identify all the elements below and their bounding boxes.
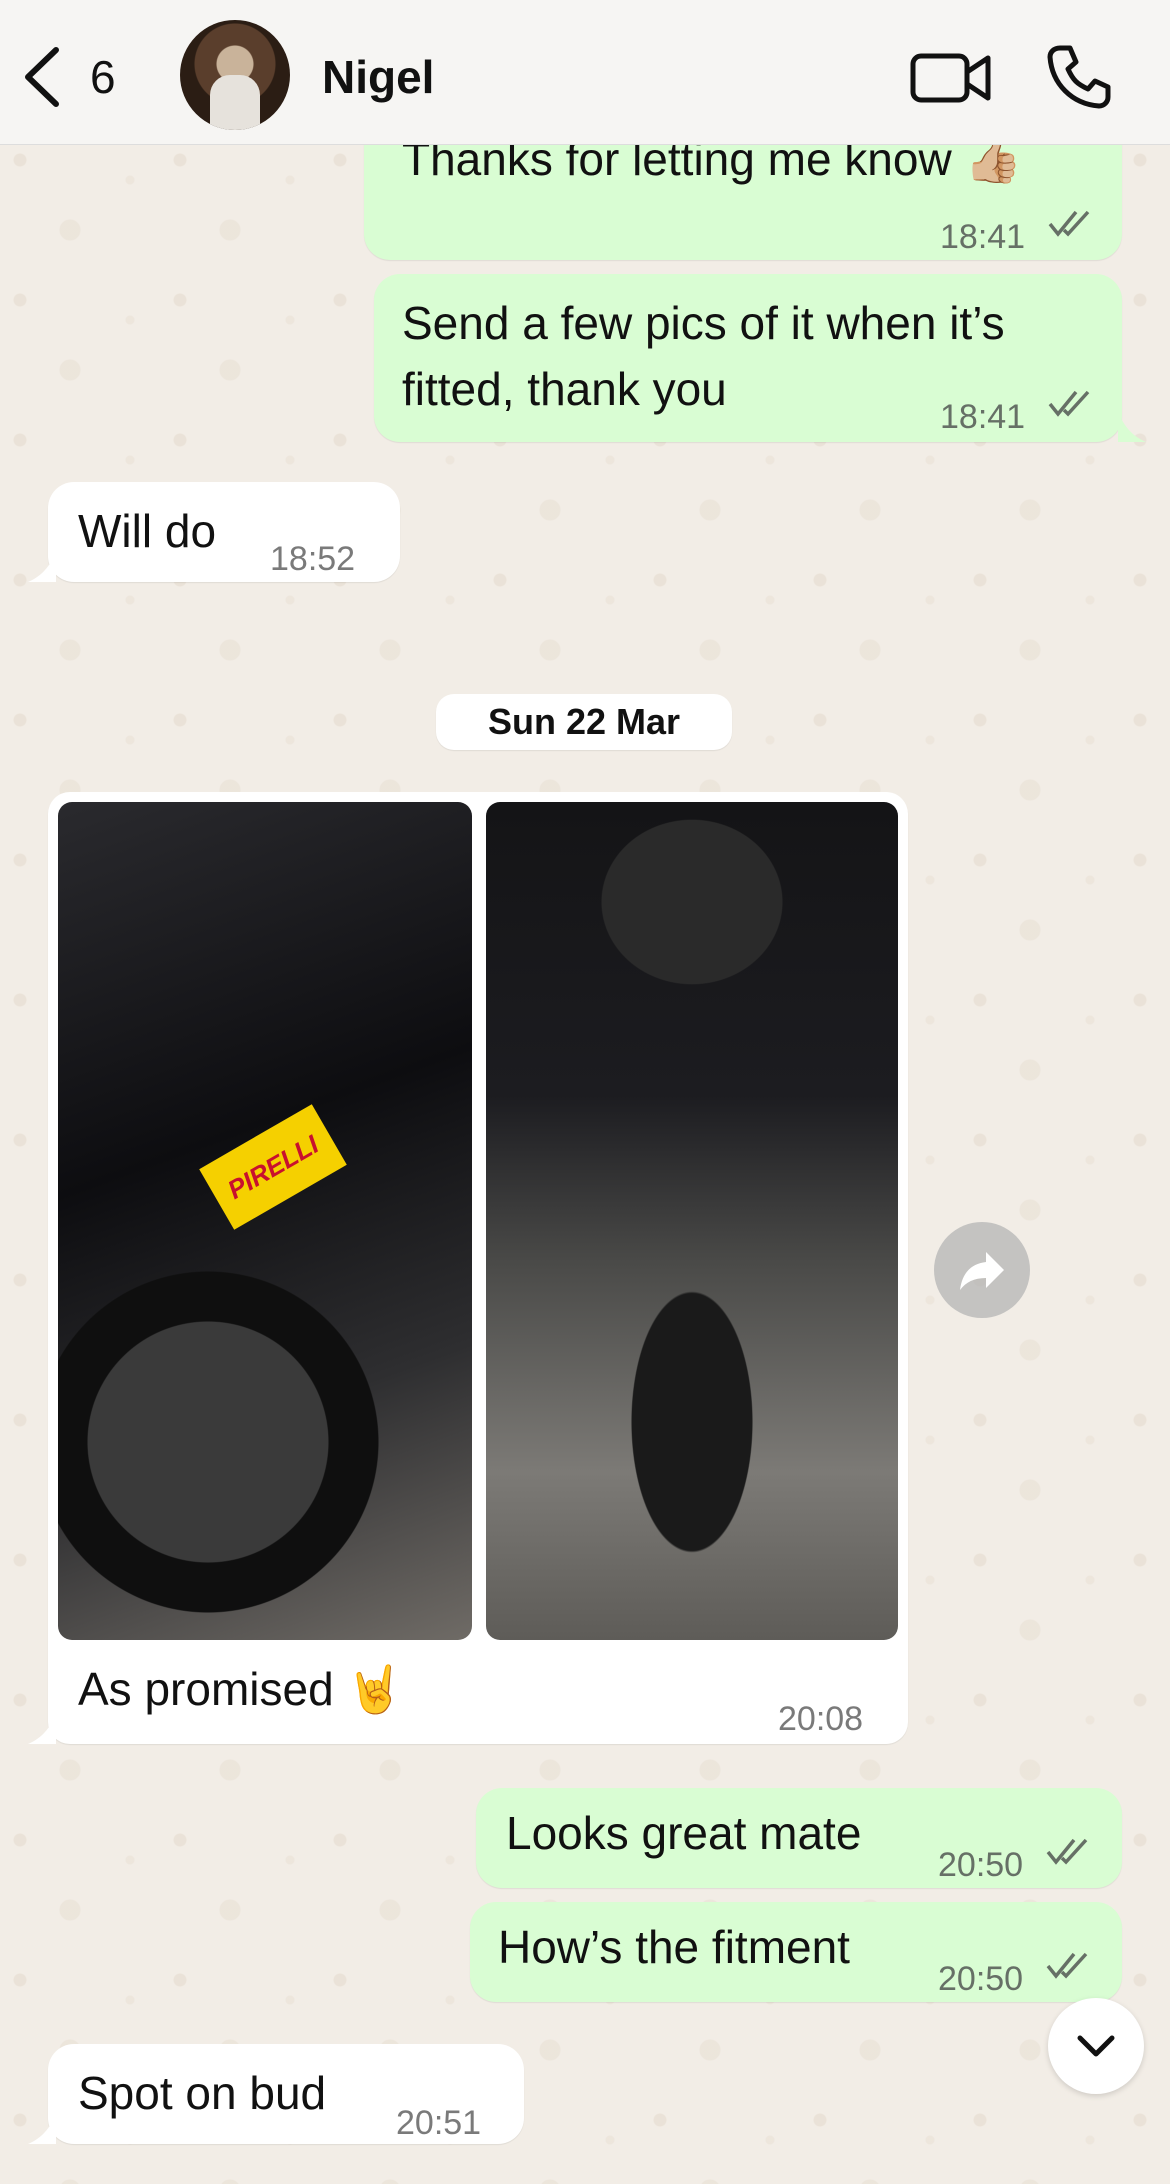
read-ticks-icon	[1048, 390, 1090, 417]
message-bubble-outgoing[interactable]: Looks great mate 20:50	[476, 1788, 1122, 1888]
message-bubble-outgoing[interactable]: Send a few pics of it when it’s fitted, …	[374, 274, 1122, 442]
message-time: 20:50	[938, 1846, 1024, 1884]
message-time: 18:52	[270, 540, 356, 578]
bubble-tail	[28, 2114, 56, 2144]
unread-count[interactable]: 6	[90, 50, 116, 104]
message-time: 20:51	[396, 2104, 482, 2142]
message-text: Looks great mate	[506, 1807, 862, 1859]
message-time: 18:41	[940, 218, 1026, 256]
message-text: Spot on bud	[78, 2067, 327, 2119]
chevron-down-icon	[1077, 2035, 1115, 2057]
phone-icon[interactable]	[1046, 44, 1112, 110]
bubble-tail	[28, 1714, 56, 1744]
motorcycle-photo-front[interactable]	[486, 802, 898, 1640]
chat-header: 6 Nigel	[0, 0, 1170, 145]
pirelli-decal: PIRELLI	[199, 1104, 347, 1230]
contact-name[interactable]: Nigel	[322, 50, 434, 104]
scroll-to-bottom-button[interactable]	[1048, 1998, 1144, 2094]
message-text: How’s the fitment	[498, 1921, 850, 1973]
message-bubble-incoming[interactable]: Will do 18:52	[48, 482, 400, 582]
avatar[interactable]	[180, 20, 290, 130]
bubble-tail	[1118, 412, 1146, 442]
date-separator: Sun 22 Mar	[436, 694, 732, 750]
message-bubble-outgoing[interactable]: How’s the fitment 20:50	[470, 1902, 1122, 2002]
forward-button[interactable]	[934, 1222, 1030, 1318]
read-ticks-icon	[1046, 1838, 1088, 1865]
message-text-line2: fitted, thank you	[402, 363, 727, 415]
photo-caption: As promised 🤘	[78, 1663, 404, 1715]
motorcycle-photo-side[interactable]: PIRELLI	[58, 802, 472, 1640]
chevron-left-icon[interactable]	[20, 46, 64, 108]
message-text-line1: Send a few pics of it when it’s	[402, 297, 1005, 349]
message-text: Will do	[78, 505, 217, 557]
message-bubble-incoming[interactable]: Spot on bud 20:51	[48, 2044, 524, 2144]
message-time: 20:50	[938, 1960, 1024, 1998]
read-ticks-icon	[1048, 210, 1090, 237]
video-camera-icon[interactable]	[910, 50, 992, 106]
message-time: 20:08	[778, 1700, 864, 1738]
bubble-tail	[28, 552, 56, 582]
message-time: 18:41	[940, 398, 1026, 436]
read-ticks-icon	[1046, 1952, 1088, 1979]
forward-icon	[960, 1252, 1004, 1290]
